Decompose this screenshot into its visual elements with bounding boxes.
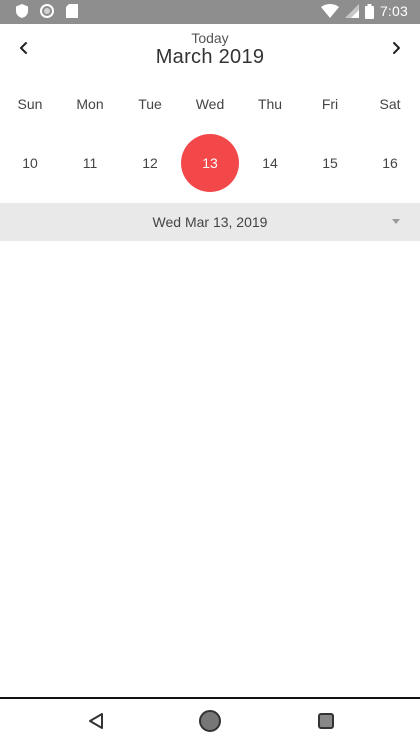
status-right-icons: 7:03 — [320, 3, 408, 19]
selected-date-number: 13 — [181, 134, 239, 192]
weekday-label: Wed — [195, 96, 225, 112]
weekday-label: Thu — [257, 96, 283, 112]
date-number: 16 — [382, 155, 398, 171]
calendar-header: Today March 2019 — [0, 24, 420, 80]
events-list-area — [0, 241, 420, 697]
weekday-label: Tue — [138, 96, 162, 112]
date-cell[interactable]: 11 — [60, 133, 120, 193]
weekday-label: Mon — [76, 96, 104, 112]
weekday-header: Sun Mon Tue Wed Thu Fri Sat — [0, 90, 420, 118]
today-button[interactable]: Today — [0, 30, 420, 46]
date-cell[interactable]: 14 — [240, 133, 300, 193]
back-button[interactable] — [82, 709, 110, 737]
circle-icon — [40, 4, 54, 18]
recents-button[interactable] — [312, 709, 340, 737]
status-left-icons — [16, 4, 78, 18]
navigation-bar — [0, 699, 420, 747]
battery-icon — [364, 3, 374, 19]
date-cell[interactable]: 12 — [120, 133, 180, 193]
date-cell-selected[interactable]: 13 — [180, 133, 240, 193]
date-cell[interactable]: 16 — [360, 133, 420, 193]
sd-card-icon — [66, 4, 78, 18]
weekday-label: Fri — [321, 96, 339, 112]
date-number: 10 — [22, 155, 38, 171]
home-icon — [198, 709, 222, 738]
month-title: March 2019 — [155, 46, 265, 68]
date-number: 12 — [142, 155, 158, 171]
next-week-button[interactable] — [382, 36, 410, 64]
status-time: 7:03 — [379, 3, 408, 19]
date-number: 15 — [322, 155, 338, 171]
selected-date-dropdown[interactable]: Wed Mar 13, 2019 — [0, 203, 420, 241]
date-number: 14 — [262, 155, 278, 171]
weekday-label: Sat — [379, 96, 401, 112]
wifi-icon — [320, 4, 339, 18]
dropdown-arrow-icon — [392, 219, 400, 224]
date-number: 11 — [82, 155, 98, 171]
chevron-right-icon — [389, 41, 403, 60]
recents-icon — [317, 712, 335, 735]
weekday-label: Sun — [17, 96, 43, 112]
date-cell[interactable]: 10 — [0, 133, 60, 193]
date-cell[interactable]: 15 — [300, 133, 360, 193]
week-dates-row: 10 11 12 13 14 15 16 — [0, 133, 420, 193]
selected-date-label: Wed Mar 13, 2019 — [152, 214, 268, 230]
status-bar: 7:03 — [0, 0, 420, 24]
shield-icon — [16, 4, 28, 18]
home-button[interactable] — [196, 709, 224, 737]
back-icon — [87, 712, 105, 735]
signal-icon — [344, 4, 359, 18]
